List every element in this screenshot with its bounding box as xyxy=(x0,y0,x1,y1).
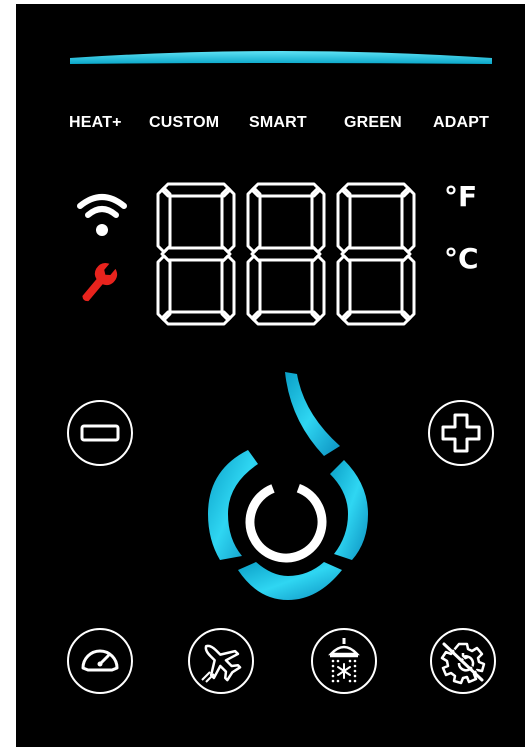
mode-green[interactable]: GREEN xyxy=(344,114,402,132)
speedometer-icon xyxy=(81,649,119,672)
airplane-icon xyxy=(201,644,242,683)
speed-button[interactable] xyxy=(67,628,133,694)
reset-settings-button[interactable] xyxy=(430,628,496,694)
segment-e xyxy=(336,254,352,322)
segment-b xyxy=(400,186,416,254)
segment-b xyxy=(310,186,326,254)
mode-heat-plus[interactable]: HEAT+ xyxy=(69,114,122,132)
segment-a xyxy=(250,182,322,198)
segment-f xyxy=(246,186,262,254)
mode-custom[interactable]: CUSTOM xyxy=(149,114,219,132)
segment-a xyxy=(160,182,232,198)
plus-icon xyxy=(441,413,481,453)
vacation-button[interactable] xyxy=(188,628,254,694)
shower-icon xyxy=(328,638,360,683)
power-button[interactable] xyxy=(240,476,332,568)
segment-e xyxy=(246,254,262,322)
accent-bar xyxy=(70,51,492,64)
display-digit xyxy=(336,182,416,326)
shower-button[interactable] xyxy=(311,628,377,694)
segment-a xyxy=(340,182,412,198)
segment-g xyxy=(340,246,412,262)
mode-adapt[interactable]: ADAPT xyxy=(433,114,489,132)
minus-icon xyxy=(80,424,120,442)
segment-c xyxy=(400,254,416,322)
wrench-icon xyxy=(82,262,118,302)
unit-fahrenheit[interactable]: °F xyxy=(444,180,477,213)
segment-g xyxy=(160,246,232,262)
minus-button[interactable] xyxy=(67,400,133,466)
water-drop-emblem xyxy=(208,372,368,600)
wifi-icon xyxy=(77,194,127,236)
plus-button[interactable] xyxy=(428,400,494,466)
mode-bar: HEAT+ CUSTOM SMART GREEN ADAPT xyxy=(16,114,525,134)
temperature-display xyxy=(156,182,416,326)
segment-c xyxy=(310,254,326,322)
control-panel: HEAT+ CUSTOM SMART GREEN ADAPT °F °C xyxy=(16,4,525,747)
segment-d xyxy=(160,310,232,326)
segment-f xyxy=(156,186,172,254)
unit-celsius[interactable]: °C xyxy=(444,242,479,275)
display-digit xyxy=(156,182,236,326)
segment-d xyxy=(250,310,322,326)
segment-b xyxy=(220,186,236,254)
display-digit xyxy=(246,182,326,326)
segment-d xyxy=(340,310,412,326)
segment-c xyxy=(220,254,236,322)
mode-smart[interactable]: SMART xyxy=(249,114,307,132)
segment-f xyxy=(336,186,352,254)
gear-undo-icon xyxy=(440,641,486,685)
segment-e xyxy=(156,254,172,322)
segment-g xyxy=(250,246,322,262)
